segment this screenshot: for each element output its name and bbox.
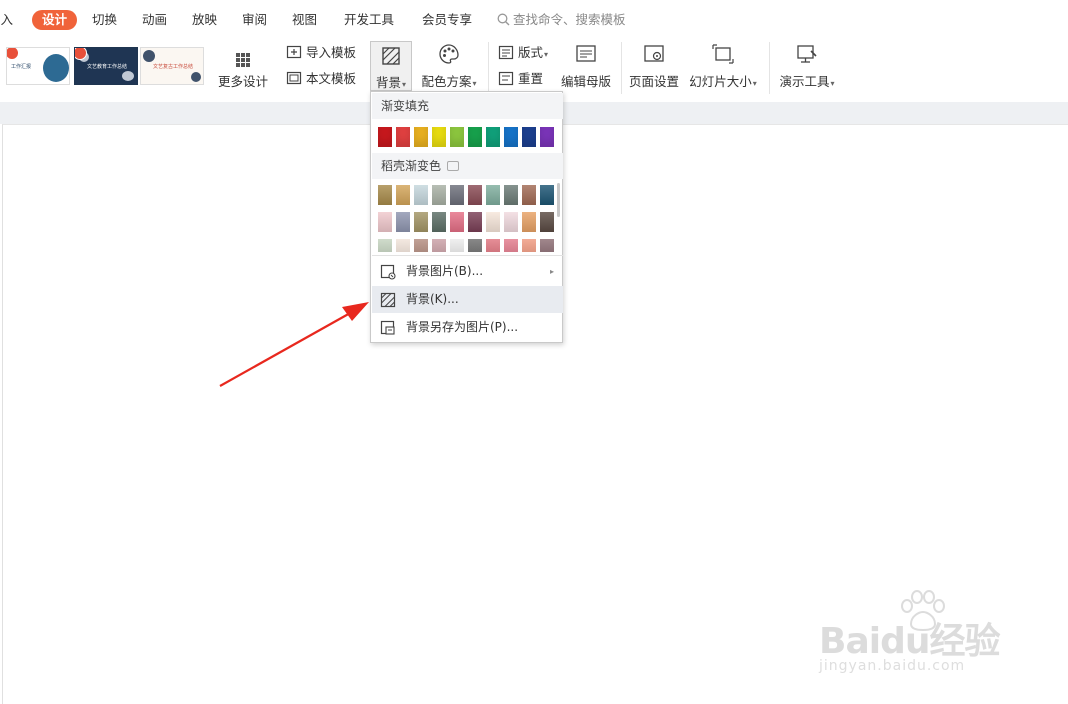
watermark-brand: Baidu经验 [819, 621, 1000, 662]
app-window: 插入 设计 切换 动画 放映 审阅 视图 开发工具 会员专享 查找命令、搜索模板… [0, 0, 1068, 704]
watermark-url: jingyan.baidu.com [819, 658, 966, 674]
baidu-watermark: Baidu经验 jingyan.baidu.com [815, 590, 1015, 685]
